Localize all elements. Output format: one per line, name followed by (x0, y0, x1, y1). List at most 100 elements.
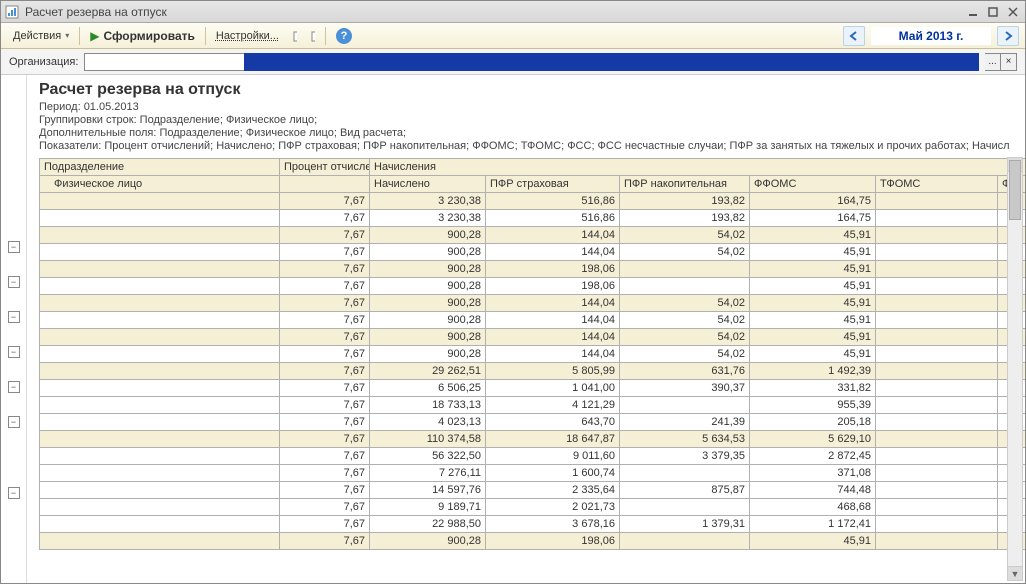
table-cell[interactable]: 144,04 (486, 312, 620, 329)
table-cell[interactable] (40, 482, 280, 499)
header-accrued[interactable]: Начислено (370, 176, 486, 193)
table-cell[interactable]: 1 172,41 (750, 516, 876, 533)
table-cell[interactable]: 45,91 (750, 346, 876, 363)
table-row[interactable]: 7,67900,28198,0645,91 (40, 533, 1026, 550)
outline-collapse-button[interactable]: − (8, 276, 20, 288)
table-cell[interactable] (40, 448, 280, 465)
table-cell[interactable]: 7,67 (280, 193, 370, 210)
table-cell[interactable] (620, 261, 750, 278)
tool-icon-1[interactable] (287, 28, 303, 44)
table-cell[interactable]: 3 230,38 (370, 193, 486, 210)
table-cell[interactable]: 4 023,13 (370, 414, 486, 431)
table-row[interactable]: 7,67900,28144,0454,0245,91 (40, 295, 1026, 312)
table-cell[interactable] (620, 533, 750, 550)
table-cell[interactable] (876, 414, 998, 431)
table-cell[interactable]: 45,91 (750, 295, 876, 312)
table-cell[interactable] (40, 380, 280, 397)
table-cell[interactable]: 875,87 (620, 482, 750, 499)
table-cell[interactable]: 7,67 (280, 278, 370, 295)
table-cell[interactable] (40, 499, 280, 516)
table-cell[interactable]: 22 988,50 (370, 516, 486, 533)
table-cell[interactable] (876, 244, 998, 261)
table-cell[interactable]: 4 121,29 (486, 397, 620, 414)
minimize-button[interactable] (965, 5, 981, 19)
table-cell[interactable]: 9 189,71 (370, 499, 486, 516)
table-cell[interactable] (876, 295, 998, 312)
table-cell[interactable]: 7,67 (280, 210, 370, 227)
table-cell[interactable] (876, 482, 998, 499)
table-cell[interactable]: 7,67 (280, 261, 370, 278)
table-cell[interactable]: 7,67 (280, 499, 370, 516)
table-cell[interactable]: 7 276,11 (370, 465, 486, 482)
table-cell[interactable]: 45,91 (750, 227, 876, 244)
scroll-down-icon[interactable]: ▼ (1008, 566, 1022, 580)
table-cell[interactable]: 193,82 (620, 210, 750, 227)
outline-collapse-button[interactable]: − (8, 416, 20, 428)
header-person[interactable]: Физическое лицо (40, 176, 280, 193)
table-cell[interactable]: 9 011,60 (486, 448, 620, 465)
org-select-button[interactable]: ... (985, 53, 1001, 71)
table-row[interactable]: 7,673 230,38516,86193,82164,75 (40, 210, 1026, 227)
table-row[interactable]: 7,67900,28144,0454,0245,91 (40, 346, 1026, 363)
table-cell[interactable]: 198,06 (486, 261, 620, 278)
table-cell[interactable]: 900,28 (370, 533, 486, 550)
table-cell[interactable]: 7,67 (280, 295, 370, 312)
table-cell[interactable] (876, 278, 998, 295)
table-cell[interactable]: 7,67 (280, 312, 370, 329)
table-row[interactable]: 7,6756 322,509 011,603 379,352 872,45 (40, 448, 1026, 465)
table-cell[interactable]: 7,67 (280, 244, 370, 261)
org-field[interactable] (84, 53, 979, 71)
table-cell[interactable]: 7,67 (280, 363, 370, 380)
table-cell[interactable]: 56 322,50 (370, 448, 486, 465)
table-cell[interactable] (876, 329, 998, 346)
table-cell[interactable]: 205,18 (750, 414, 876, 431)
table-row[interactable]: 7,674 023,13643,70241,39205,18 (40, 414, 1026, 431)
help-button[interactable]: ? (330, 26, 358, 46)
table-cell[interactable] (40, 295, 280, 312)
table-cell[interactable]: 3 379,35 (620, 448, 750, 465)
table-cell[interactable]: 54,02 (620, 329, 750, 346)
table-cell[interactable] (40, 278, 280, 295)
table-row[interactable]: 7,67900,28198,0645,91 (40, 261, 1026, 278)
table-cell[interactable]: 7,67 (280, 533, 370, 550)
table-row[interactable]: 7,67900,28144,0454,0245,91 (40, 244, 1026, 261)
table-cell[interactable]: 7,67 (280, 329, 370, 346)
table-cell[interactable]: 144,04 (486, 329, 620, 346)
header-accruals[interactable]: Начисления (370, 159, 1026, 176)
table-cell[interactable] (876, 465, 998, 482)
table-row[interactable]: 7,679 189,712 021,73468,68 (40, 499, 1026, 516)
table-cell[interactable] (40, 210, 280, 227)
table-cell[interactable]: 54,02 (620, 312, 750, 329)
table-cell[interactable]: 900,28 (370, 295, 486, 312)
table-cell[interactable]: 241,39 (620, 414, 750, 431)
table-cell[interactable]: 144,04 (486, 227, 620, 244)
table-cell[interactable]: 331,82 (750, 380, 876, 397)
table-cell[interactable] (876, 363, 998, 380)
table-cell[interactable]: 29 262,51 (370, 363, 486, 380)
table-cell[interactable]: 144,04 (486, 346, 620, 363)
outline-collapse-button[interactable]: − (8, 346, 20, 358)
table-cell[interactable]: 900,28 (370, 346, 486, 363)
table-cell[interactable]: 7,67 (280, 431, 370, 448)
table-row[interactable]: 7,67900,28198,0645,91 (40, 278, 1026, 295)
table-cell[interactable]: 900,28 (370, 227, 486, 244)
org-selection[interactable] (244, 53, 979, 71)
table-cell[interactable] (876, 261, 998, 278)
table-cell[interactable]: 110 374,58 (370, 431, 486, 448)
table-cell[interactable] (40, 193, 280, 210)
table-cell[interactable]: 198,06 (486, 278, 620, 295)
maximize-button[interactable] (985, 5, 1001, 19)
table-cell[interactable]: 45,91 (750, 329, 876, 346)
table-cell[interactable] (876, 499, 998, 516)
settings-button[interactable]: Настройки... (210, 28, 285, 44)
table-cell[interactable] (40, 227, 280, 244)
table-cell[interactable]: 516,86 (486, 193, 620, 210)
table-cell[interactable]: 164,75 (750, 193, 876, 210)
table-cell[interactable] (876, 227, 998, 244)
table-cell[interactable]: 744,48 (750, 482, 876, 499)
table-cell[interactable]: 631,76 (620, 363, 750, 380)
header-tfoms[interactable]: ТФОМС (876, 176, 998, 193)
table-cell[interactable]: 7,67 (280, 397, 370, 414)
scroll-thumb[interactable] (1009, 160, 1021, 220)
table-row[interactable]: 7,67900,28144,0454,0245,91 (40, 329, 1026, 346)
